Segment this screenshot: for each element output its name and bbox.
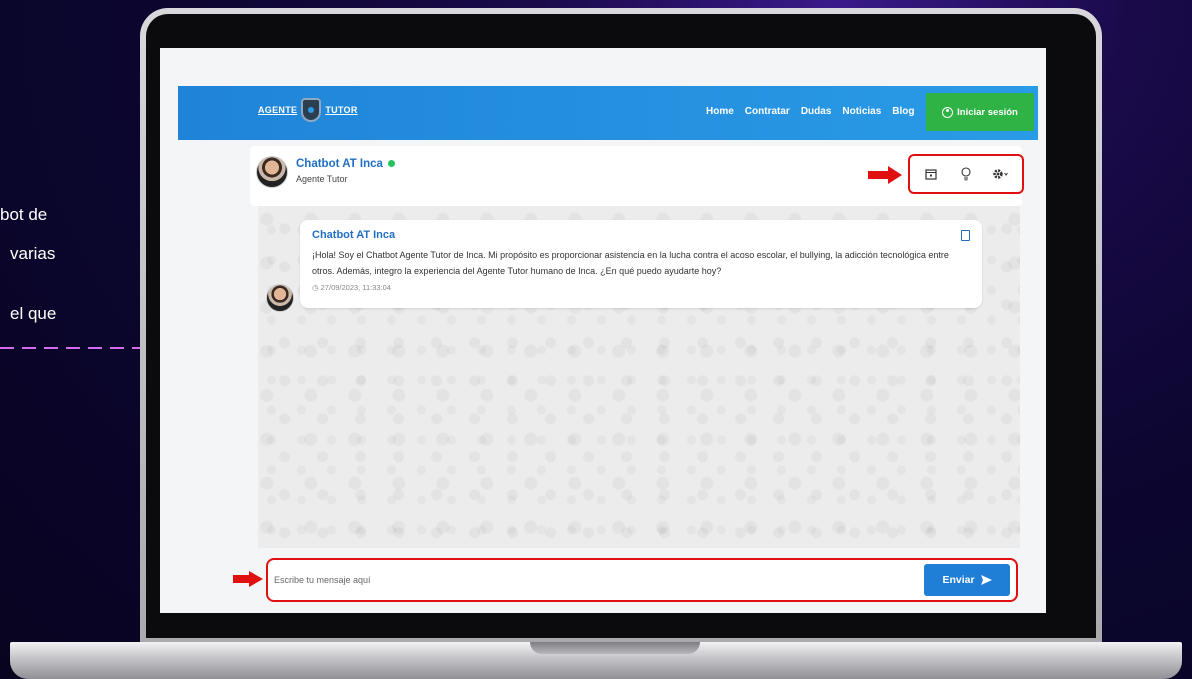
login-button[interactable]: Iniciar sesión xyxy=(926,93,1034,131)
bot-name: Chatbot AT Inca xyxy=(296,158,396,170)
red-arrow-input xyxy=(233,571,263,587)
send-button[interactable]: Enviar xyxy=(924,564,1010,596)
calendar-icon[interactable] xyxy=(919,162,943,186)
side-text-line-1: bot de xyxy=(0,205,48,224)
message-input[interactable] xyxy=(274,564,910,596)
message-sender: Chatbot AT Inca xyxy=(312,229,396,241)
online-status-icon xyxy=(388,160,396,168)
bot-message: Chatbot AT Inca ¡Hola! Soy el Chatbot Ag… xyxy=(300,220,982,308)
send-arrow-icon xyxy=(980,575,992,585)
bot-avatar xyxy=(256,156,288,188)
navbar: AGENTE TUTOR Home Contratar Dudas Notici… xyxy=(178,86,1038,140)
message-avatar xyxy=(266,284,294,312)
nav-link-dudas[interactable]: Dudas xyxy=(801,106,832,117)
chat-header: Chatbot AT Inca Agente Tutor xyxy=(250,146,1024,206)
message-timestamp: ◷ 27/09/2023, 11:33:04 xyxy=(312,283,970,292)
bot-role: Agente Tutor xyxy=(296,174,348,184)
nav-link-home[interactable]: Home xyxy=(706,106,734,117)
login-label: Iniciar sesión xyxy=(957,106,1018,118)
side-text-line-2: varias xyxy=(10,244,56,263)
site-logo[interactable]: AGENTE TUTOR xyxy=(258,98,358,122)
send-label: Enviar xyxy=(942,574,975,586)
message-text: ¡Hola! Soy el Chatbot Agente Tutor de In… xyxy=(312,250,949,276)
chat-tools xyxy=(908,154,1024,194)
nav-link-contratar[interactable]: Contratar xyxy=(745,106,790,117)
laptop-notch xyxy=(530,642,700,654)
gear-icon[interactable] xyxy=(989,162,1013,186)
red-arrow-tools xyxy=(868,166,902,184)
bot-name-text: Chatbot AT Inca xyxy=(296,158,383,170)
laptop-screen: AGENTE TUTOR Home Contratar Dudas Notici… xyxy=(160,48,1046,613)
copy-icon[interactable] xyxy=(961,230,970,241)
shield-logo-icon xyxy=(301,98,322,122)
message-composer: Enviar xyxy=(266,558,1018,602)
logo-text-right: TUTOR xyxy=(325,105,358,115)
nav-link-noticias[interactable]: Noticias xyxy=(842,106,881,117)
logo-text-left: AGENTE xyxy=(258,105,298,115)
nav-links: Home Contratar Dudas Noticias Blog xyxy=(706,106,915,117)
chat-messages[interactable]: Chatbot AT Inca ¡Hola! Soy el Chatbot Ag… xyxy=(258,206,1020,548)
timestamp-text: 27/09/2023, 11:33:04 xyxy=(320,283,391,292)
lightbulb-icon[interactable] xyxy=(954,162,978,186)
clock-icon: ◷ xyxy=(312,283,321,292)
user-circle-icon xyxy=(942,106,954,118)
nav-link-blog[interactable]: Blog xyxy=(892,106,914,117)
side-text-line-3: el que xyxy=(10,304,57,323)
